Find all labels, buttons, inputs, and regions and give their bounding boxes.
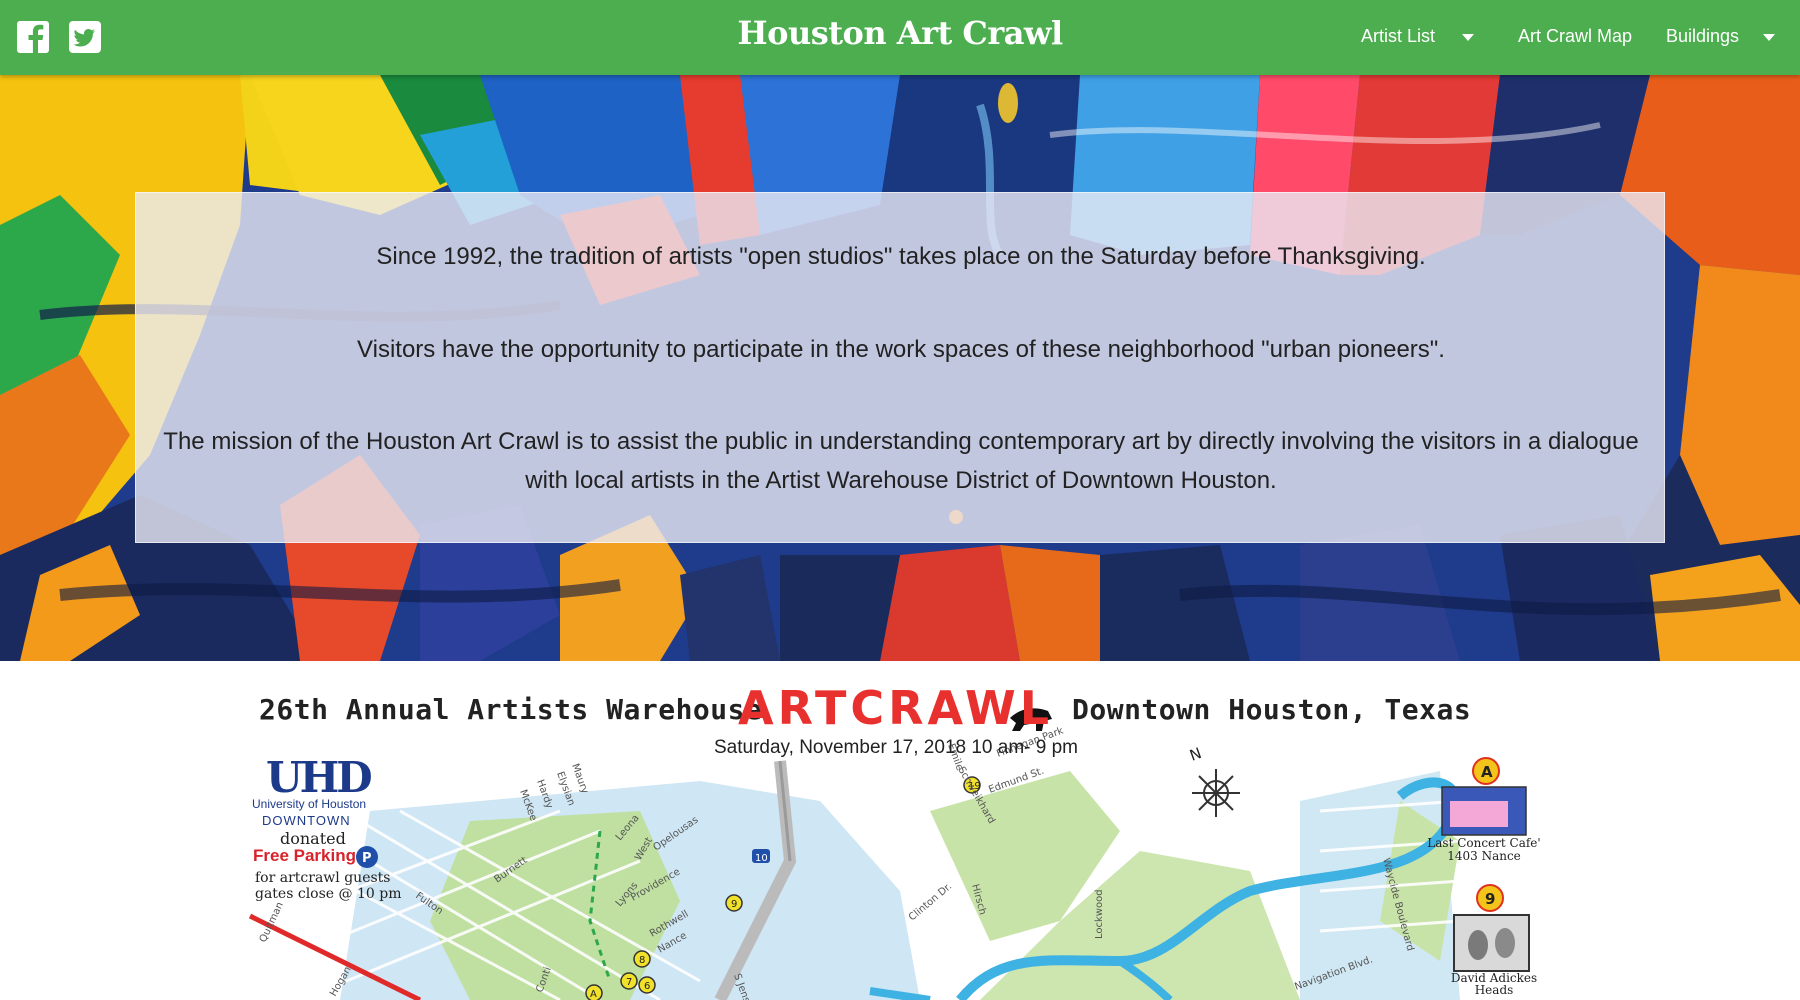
sponsor-line-5: for artcrawl guests [255, 870, 391, 886]
location-badge-label: A [1481, 763, 1493, 781]
location-last-concert-cafe[interactable]: Last Concert Cafe' 1403 Nance [1424, 837, 1544, 863]
chevron-down-icon[interactable] [1462, 34, 1474, 41]
location-address: Heads [1474, 983, 1514, 997]
map-marker-label: 9 [731, 899, 737, 910]
intro-paragraph-3: The mission of the Houston Art Crawl is … [163, 428, 1639, 494]
sponsor-free-parking: Free Parking [253, 846, 356, 865]
compass-north-label: N [1187, 744, 1204, 765]
map-marker-label: 7 [626, 977, 632, 988]
nav-art-crawl-map[interactable]: Art Crawl Map [1518, 26, 1632, 47]
sponsor-line-2: DOWNTOWN [262, 813, 351, 828]
parking-badge-label: P [362, 851, 372, 866]
site-title-link[interactable]: Houston Art Crawl [737, 14, 1063, 52]
intro-paragraph-1: Since 1992, the tradition of artists "op… [376, 243, 1426, 270]
map-marker-label: 6 [644, 981, 650, 992]
map-marker-label: 8 [639, 955, 645, 966]
sponsor-line-6: gates close @ 10 pm [255, 886, 402, 902]
flyer-headline-left: 26th Annual Artists Warehouse [259, 693, 763, 726]
hero-banner: Since 1992, the tradition of artists "op… [0, 75, 1800, 661]
top-navbar: Houston Art Crawl Artist List Art Crawl … [0, 0, 1800, 75]
map-marker-label: A [590, 989, 597, 1000]
nav-artist-list[interactable]: Artist List [1361, 26, 1435, 47]
highway-shield-label: 10 [755, 853, 768, 864]
street-label: Clinton Dr. [907, 881, 954, 923]
facebook-icon[interactable] [16, 20, 50, 54]
location-address: 1403 Nance [1447, 849, 1521, 863]
uhd-logo: UHD [266, 753, 373, 802]
uhd-logo-text: UHD [266, 753, 373, 802]
flyer-brand: ARTCRAWL [738, 681, 1054, 735]
location-badge-label: 9 [1485, 890, 1495, 908]
intro-paragraph-2: Visitors have the opportunity to partici… [357, 336, 1445, 363]
intro-card: Since 1992, the tradition of artists "op… [135, 192, 1665, 543]
nav-buildings[interactable]: Buildings [1666, 26, 1739, 47]
twitter-icon[interactable] [68, 20, 102, 54]
flyer-date: Saturday, November 17, 2018 10 am- 9 pm [714, 737, 1079, 758]
sponsor-line-1: University of Houston [252, 797, 367, 811]
location-david-adickes[interactable]: David Adickes Heads [1436, 972, 1552, 996]
artcrawl-flyer: N 10 P 19 9 8 7 6 A A 9 Maury Elysian Ha… [0, 661, 1800, 1000]
chevron-down-icon[interactable] [1763, 34, 1775, 41]
flyer-headline-right: Downtown Houston, Texas [1072, 693, 1472, 726]
street-label: Lockwood [1094, 889, 1105, 939]
